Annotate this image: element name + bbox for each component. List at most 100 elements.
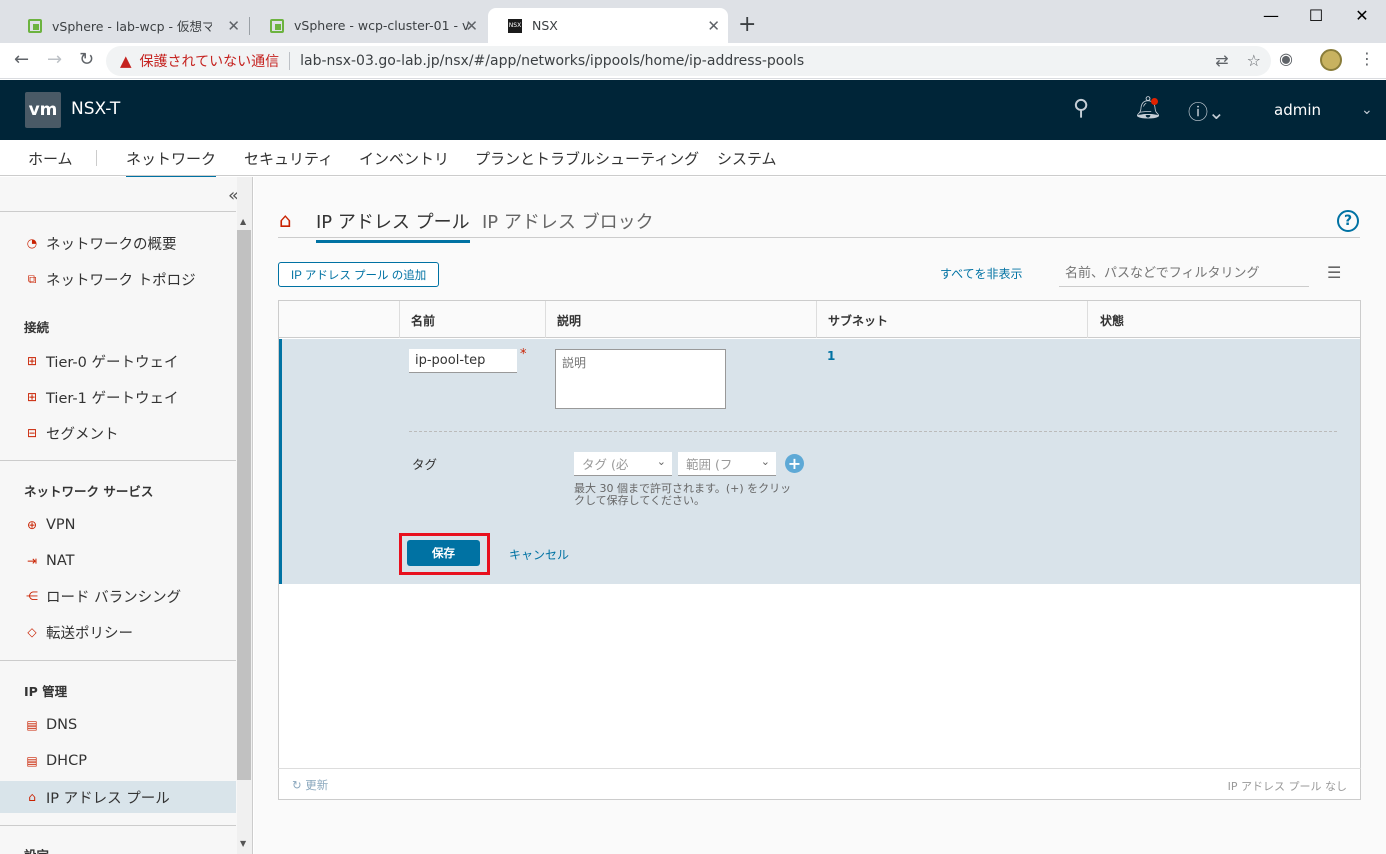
sidebar-item-tier0[interactable]: ⊞ Tier-0 ゲートウェイ — [0, 345, 236, 377]
new-tab-button[interactable]: + — [738, 12, 756, 37]
vmware-logo: vm — [25, 92, 61, 128]
nav-home[interactable]: ホーム — [28, 148, 73, 176]
sidebar-section-ip: IP 管理 — [24, 684, 68, 699]
dns-icon: ▤ — [26, 718, 38, 732]
reload-icon[interactable]: ↻ — [79, 49, 94, 70]
sidebar-item-dhcp[interactable]: ▤ DHCP — [0, 745, 236, 777]
browser-tab-vsphere-vm[interactable]: vSphere - lab-wcp - 仮想マシン ✕ — [8, 8, 248, 43]
search-icon[interactable]: ⚲ — [1073, 96, 1089, 121]
ippool-icon: ⌂ — [28, 790, 36, 804]
column-subnets[interactable]: サブネット — [828, 312, 888, 329]
sidebar-item-label: Tier-0 ゲートウェイ — [46, 354, 179, 371]
tag-label: タグ — [412, 457, 438, 472]
sidebar-scrollbar-thumb[interactable] — [237, 230, 251, 780]
refresh-button[interactable]: ↻ 更新 — [292, 777, 328, 793]
tab-title: NSX — [532, 18, 558, 33]
filter-input[interactable] — [1059, 261, 1309, 287]
grid-footer: ↻ 更新 IP アドレス プール なし — [278, 768, 1361, 800]
subnet-count-link[interactable]: 1 — [827, 349, 835, 363]
cancel-link[interactable]: キャンセル — [509, 546, 569, 563]
grid-header: 名前 説明 サブネット 状態 — [279, 301, 1360, 338]
forward-arrow-icon[interactable]: → — [47, 49, 62, 70]
sidebar-item-label: 転送ポリシー — [46, 625, 133, 642]
sidebar-item-nat[interactable]: ⇥ NAT — [0, 545, 236, 577]
sidebar-item-tier1[interactable]: ⊞ Tier-1 ゲートウェイ — [0, 381, 236, 413]
tag-select[interactable]: タグ (必 ⌄ — [574, 452, 672, 476]
translate-icon[interactable]: ⇄ — [1215, 51, 1228, 70]
nav-system[interactable]: システム — [717, 148, 777, 176]
row-divider — [409, 431, 1337, 432]
browser-tab-vsphere-cluster[interactable]: vSphere - wcp-cluster-01 - vSphere ✕ — [250, 8, 486, 43]
description-textarea[interactable] — [555, 349, 726, 409]
column-divider — [1087, 301, 1088, 338]
maximize-button[interactable]: ☐ — [1293, 6, 1339, 25]
add-ip-pool-button[interactable]: IP アドレス プール の追加 — [278, 262, 440, 287]
nav-networking[interactable]: ネットワーク — [126, 148, 217, 179]
sidebar-item-vpn[interactable]: ⊕ VPN — [0, 509, 236, 541]
profile-avatar[interactable] — [1320, 49, 1342, 71]
hide-all-link[interactable]: すべてを非表示 — [940, 265, 1022, 282]
scroll-down-arrow-icon[interactable]: ▼ — [240, 839, 246, 848]
sidebar-item-load-balancing[interactable]: ⋲ ロード バランシング — [0, 580, 236, 612]
close-tab-icon[interactable]: ✕ — [707, 17, 720, 35]
chevron-down-icon: ⌄ — [656, 455, 666, 468]
sidebar-item-segments[interactable]: ⊟ セグメント — [0, 417, 236, 449]
sidebar-item-label: DHCP — [46, 753, 87, 769]
loadbalancer-icon: ⋲ — [26, 589, 38, 603]
help-icon[interactable]: ? — [1337, 210, 1359, 232]
scope-select[interactable]: 範囲 (フ ⌄ — [678, 452, 776, 476]
nav-plan-troubleshoot[interactable]: プランとトラブルシューティング — [475, 148, 699, 176]
scroll-up-arrow-icon[interactable]: ▲ — [240, 217, 246, 226]
scope-select-placeholder: 範囲 (フ — [686, 457, 733, 472]
help-menu-icon[interactable]: ⓘ⌄ — [1188, 96, 1225, 125]
sidebar-item-forwarding-policy[interactable]: ◇ 転送ポリシー — [0, 616, 236, 648]
sidebar-item-dns[interactable]: ▤ DNS — [0, 709, 236, 741]
close-tab-icon[interactable]: ✕ — [227, 17, 240, 35]
user-menu[interactable]: admin — [1274, 101, 1321, 119]
sidebar-item-label: VPN — [46, 517, 76, 533]
insecure-label[interactable]: 保護されていない通信 — [140, 51, 280, 71]
back-arrow-icon[interactable]: ← — [14, 49, 29, 70]
pool-name-input[interactable] — [409, 349, 517, 373]
save-button[interactable]: 保存 — [407, 540, 480, 566]
extension-icon[interactable]: ◉ — [1279, 49, 1293, 68]
topology-icon: ⧉ — [27, 271, 37, 286]
app-header: vm NSX-T ⚲ 🔔︎ ⓘ⌄ admin ⌄ — [0, 80, 1386, 140]
nav-inventory[interactable]: インベントリ — [359, 148, 449, 176]
minimize-button[interactable]: — — [1248, 6, 1294, 25]
close-window-button[interactable]: ✕ — [1339, 6, 1385, 25]
sidebar-item-network-overview[interactable]: ◔ ネットワークの概要 — [0, 227, 236, 259]
chrome-menu-icon[interactable]: ⋮ — [1359, 49, 1375, 68]
address-bar[interactable]: ▲ 保護されていない通信 lab-nsx-03.go-lab.jp/nsx/#/… — [106, 46, 1271, 76]
bookmark-star-icon[interactable]: ☆ — [1247, 51, 1261, 70]
ip-pool-page-icon: ⌂ — [279, 208, 292, 232]
dashboard-icon: ◔ — [26, 236, 38, 250]
nav-security[interactable]: セキュリティ — [244, 148, 333, 176]
nav-divider — [96, 150, 97, 166]
main-content: ⌂ IP アドレス プール IP アドレス ブロック ? IP アドレス プール… — [254, 177, 1386, 854]
sidebar-divider — [0, 825, 236, 826]
chevron-down-icon[interactable]: ⌄ — [1361, 102, 1373, 118]
filter-menu-icon[interactable]: ☰ — [1327, 263, 1341, 282]
sidebar-item-label: IP アドレス プール — [46, 790, 170, 807]
sidebar-item-ip-address-pools[interactable]: ⌂ IP アドレス プール — [0, 781, 236, 813]
sidebar-item-label: DNS — [46, 717, 78, 733]
close-tab-icon[interactable]: ✕ — [465, 17, 478, 35]
url-text[interactable]: lab-nsx-03.go-lab.jp/nsx/#/app/networks/… — [300, 53, 804, 69]
column-description[interactable]: 説明 — [557, 312, 581, 329]
sidebar-item-label: NAT — [46, 553, 75, 569]
ip-pool-grid: 名前 説明 サブネット 状態 * 1 タグ タグ (必 ⌄ 範囲 (フ ⌄ + — [278, 300, 1361, 800]
column-status[interactable]: 状態 — [1100, 312, 1124, 329]
sidebar-item-network-topology[interactable]: ⧉ ネットワーク トポロジ — [0, 263, 236, 295]
column-name[interactable]: 名前 — [411, 312, 435, 329]
tab-title: vSphere - wcp-cluster-01 - vSphere — [294, 18, 469, 33]
tag-hint-text: 最大 30 個まで許可されます。(+) をクリックして保存してください。 — [574, 482, 792, 507]
sidebar-item-label: Tier-1 ゲートウェイ — [46, 390, 179, 407]
browser-tabstrip: vSphere - lab-wcp - 仮想マシン ✕ vSphere - wc… — [0, 0, 1386, 43]
url-divider — [289, 52, 291, 70]
browser-tab-nsx[interactable]: NSX NSX ✕ — [488, 8, 728, 43]
gateway-icon: ⊞ — [26, 390, 38, 404]
tab-ip-address-blocks[interactable]: IP アドレス ブロック — [482, 208, 654, 240]
add-tag-plus-icon[interactable]: + — [785, 454, 804, 473]
empty-state-text: IP アドレス プール なし — [1227, 780, 1347, 793]
